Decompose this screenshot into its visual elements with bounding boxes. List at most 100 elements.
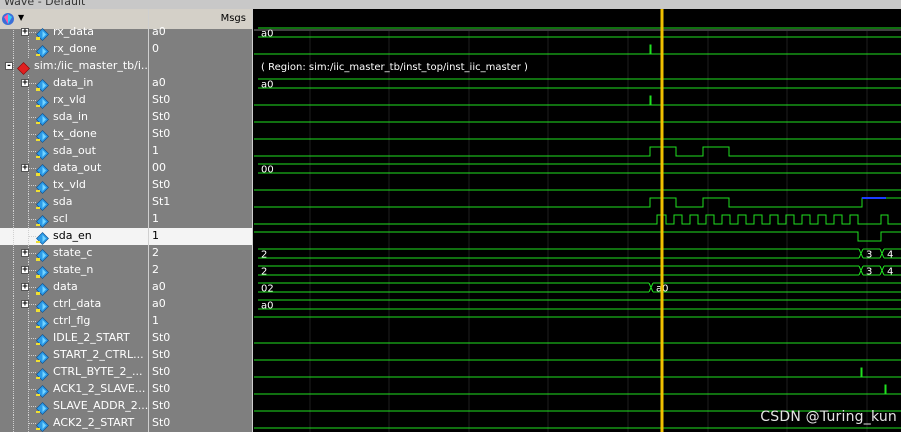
signal-value-row[interactable]: St0 xyxy=(149,126,252,143)
signal-row-scl[interactable]: scl xyxy=(0,211,148,228)
signal-value: 0 xyxy=(152,42,159,55)
expand-icon[interactable]: + xyxy=(21,266,29,275)
signal-value: St0 xyxy=(152,110,171,123)
signal-value-row[interactable]: St0 xyxy=(149,398,252,415)
signal-row-data-out[interactable]: + data_out xyxy=(0,160,148,177)
signal-row-sda-in[interactable]: sda_in xyxy=(0,109,148,126)
wave-ctrl-data: a0 xyxy=(258,299,901,312)
signal-row-ctrl-byte-2[interactable]: CTRL_BYTE_2_... xyxy=(0,364,148,381)
signal-value-row[interactable]: 2 xyxy=(149,262,252,279)
tree-guide xyxy=(13,415,14,432)
signal-value-row[interactable] xyxy=(149,58,252,75)
signal-row-slave-addr-2[interactable]: SLAVE_ADDR_2... xyxy=(0,398,148,415)
signal-value-row[interactable]: 1 xyxy=(149,313,252,330)
tree-guide xyxy=(28,372,36,374)
tree-guide xyxy=(13,228,14,245)
signal-name: sda_in xyxy=(53,110,88,123)
expand-icon[interactable]: + xyxy=(21,300,29,309)
wave-sda-out xyxy=(254,146,901,157)
signal-value-row[interactable]: a0 xyxy=(149,75,252,92)
signal-name: ctrl_flg xyxy=(53,314,91,327)
signal-row-data[interactable]: + data xyxy=(0,279,148,296)
signal-value-row[interactable]: St0 xyxy=(149,415,252,432)
wire-signal-icon xyxy=(36,315,49,330)
signal-value-row[interactable]: St0 xyxy=(149,109,252,126)
signal-row-ack2-2-start[interactable]: ACK2_2_START xyxy=(0,415,148,432)
signal-value-row[interactable]: 2 xyxy=(149,245,252,262)
signal-row-state-n[interactable]: + state_n xyxy=(0,262,148,279)
expand-icon[interactable]: + xyxy=(21,283,29,292)
bus-value-label: 4 xyxy=(887,250,893,261)
signal-value-row[interactable]: 0 xyxy=(149,41,252,58)
wave-rx-vld xyxy=(254,95,901,106)
signal-name: rx_data xyxy=(53,25,95,38)
wire-signal-icon xyxy=(36,111,49,126)
expand-icon[interactable]: + xyxy=(21,79,29,88)
signal-name: SLAVE_ADDR_2... xyxy=(53,399,148,412)
signal-name: IDLE_2_START xyxy=(53,331,130,344)
expand-icon[interactable]: + xyxy=(21,249,29,258)
signal-value-row[interactable]: 1 xyxy=(149,143,252,160)
tree-guide xyxy=(13,143,14,160)
signal-value: St0 xyxy=(152,382,171,395)
signal-names-panel: ▼ + rx_data rx_done - sim:/iic_master_tb/i..… xyxy=(0,9,148,432)
wire-signal-icon xyxy=(36,128,49,143)
bus-signal-icon xyxy=(36,264,49,279)
collapse-icon[interactable]: - xyxy=(5,62,13,71)
signal-row-sda-out[interactable]: sda_out xyxy=(0,143,148,160)
signal-value-row[interactable]: St0 xyxy=(149,177,252,194)
signal-row-data-in[interactable]: + data_in xyxy=(0,75,148,92)
wire-signal-icon xyxy=(36,43,49,58)
signal-value-row[interactable]: 00 xyxy=(149,160,252,177)
instance-region-icon xyxy=(17,60,30,75)
signal-row-sda-en[interactable]: sda_en xyxy=(0,228,148,245)
signal-value-row[interactable]: St0 xyxy=(149,364,252,381)
values-wave-splitter[interactable] xyxy=(252,9,253,432)
tree-guide xyxy=(28,321,36,323)
signal-row-tx-done[interactable]: tx_done xyxy=(0,126,148,143)
tree-guide xyxy=(13,58,14,75)
signal-value-row[interactable]: St0 xyxy=(149,330,252,347)
signal-value-row[interactable]: St0 xyxy=(149,347,252,364)
signal-row-rx-vld[interactable]: rx_vld xyxy=(0,92,148,109)
tree-guide xyxy=(28,49,36,51)
tree-guide xyxy=(28,423,36,425)
waveform-panel[interactable]: a0 ( Region: sim:/iic_master_tb/inst_top/… xyxy=(254,9,901,432)
msgs-column-header: Msgs xyxy=(220,13,246,24)
signal-row-start-2-ctrl[interactable]: START_2_CTRL... xyxy=(0,347,148,364)
signal-row-rx-done[interactable]: rx_done xyxy=(0,41,148,58)
signal-row-tx-vld[interactable]: tx_vld xyxy=(0,177,148,194)
bus-value-label: a0 xyxy=(261,80,274,91)
waveform-canvas[interactable]: a0 ( Region: sim:/iic_master_tb/inst_top/… xyxy=(254,9,901,432)
signal-row-ack1-2-slave[interactable]: ACK1_2_SLAVE... xyxy=(0,381,148,398)
signal-value: 00 xyxy=(152,161,166,174)
signal-value-row[interactable]: a0 xyxy=(149,296,252,313)
signal-value-row[interactable]: St0 xyxy=(149,381,252,398)
tree-guide xyxy=(28,253,36,255)
wave-data: 02a0 xyxy=(258,282,901,295)
chevron-down-icon[interactable]: ▼ xyxy=(18,13,24,22)
wave-header-strip xyxy=(254,9,901,30)
signal-row-rx-data[interactable]: + rx_data xyxy=(0,24,148,41)
signal-value-row[interactable]: St0 xyxy=(149,92,252,109)
signal-name: state_n xyxy=(53,263,94,276)
signal-value-row[interactable]: 1 xyxy=(149,211,252,228)
signal-row-ctrl-flg[interactable]: ctrl_flg xyxy=(0,313,148,330)
signal-value-row[interactable]: a0 xyxy=(149,279,252,296)
signal-value: 1 xyxy=(152,212,159,225)
signal-row-ctrl-data[interactable]: + ctrl_data xyxy=(0,296,148,313)
signal-value-row[interactable]: 1 xyxy=(149,228,252,245)
signal-value-row[interactable]: a0 xyxy=(149,24,252,41)
signal-value: 1 xyxy=(152,144,159,157)
signal-row-state-c[interactable]: + state_c xyxy=(0,245,148,262)
expand-icon[interactable]: + xyxy=(21,28,29,37)
signal-name: rx_done xyxy=(53,42,97,55)
signal-value: St0 xyxy=(152,331,171,344)
signal-row-sim-iic-master-tb-i[interactable]: - sim:/iic_master_tb/i... xyxy=(0,58,148,75)
signal-row-sda[interactable]: sda xyxy=(0,194,148,211)
signal-row-idle-2-start[interactable]: IDLE_2_START xyxy=(0,330,148,347)
signal-value-row[interactable]: St1 xyxy=(149,194,252,211)
bus-signal-icon xyxy=(36,298,49,313)
expand-icon[interactable]: + xyxy=(21,164,29,173)
wave-ack1-2-slave xyxy=(254,384,901,395)
